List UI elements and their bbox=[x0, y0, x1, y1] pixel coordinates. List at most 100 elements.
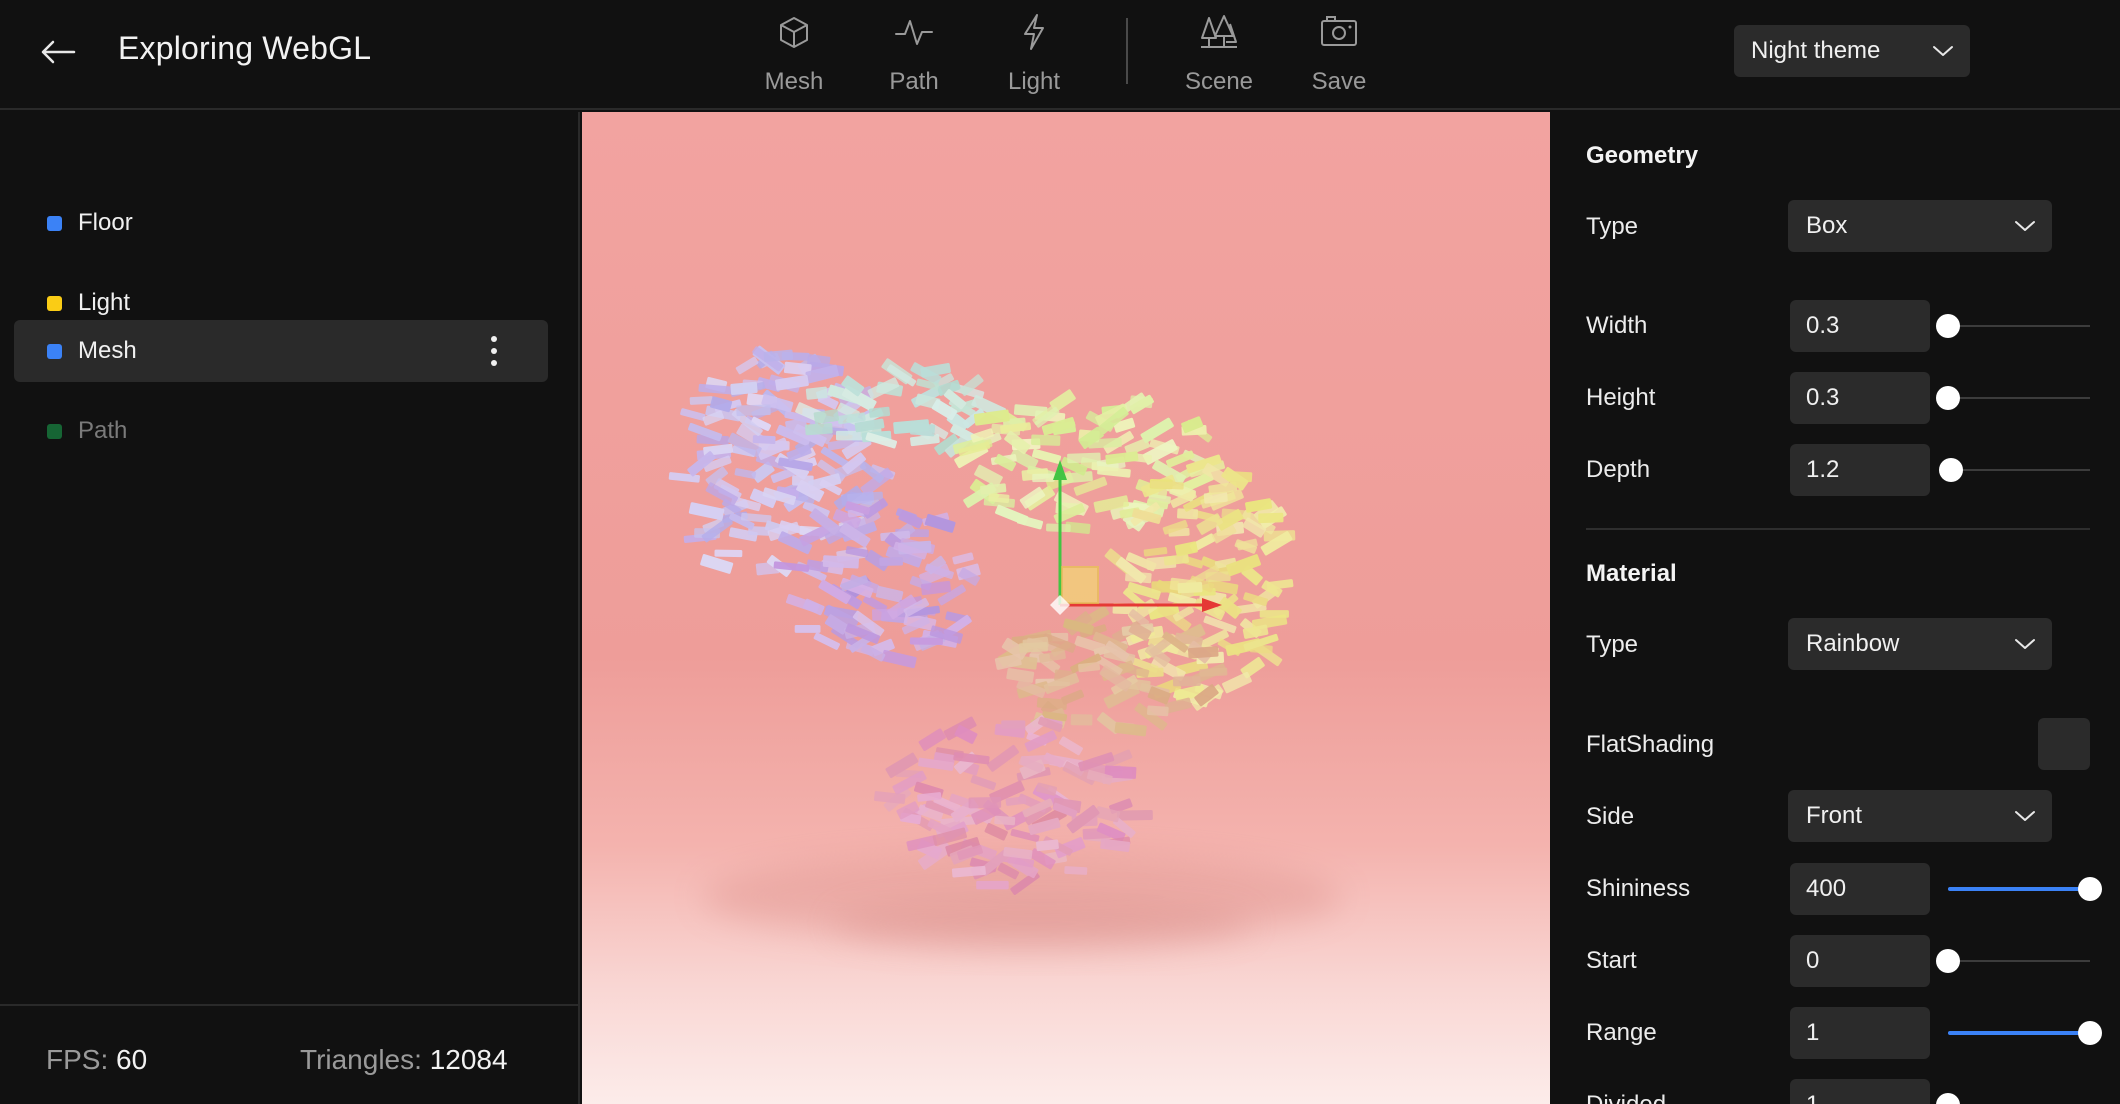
divided-label: Divided bbox=[1586, 1091, 1666, 1104]
divided-input[interactable] bbox=[1790, 1079, 1930, 1104]
camera-icon bbox=[1321, 16, 1357, 46]
mesh-particle bbox=[976, 880, 1009, 890]
mesh-particle bbox=[698, 383, 734, 395]
chevron-down-icon bbox=[2015, 221, 2035, 231]
slider-thumb[interactable] bbox=[1936, 1093, 1960, 1104]
slider-thumb[interactable] bbox=[2078, 877, 2102, 901]
mesh-particle bbox=[752, 435, 776, 445]
start-slider[interactable] bbox=[1936, 946, 2090, 976]
mesh-particle bbox=[1046, 523, 1071, 533]
mesh-particle bbox=[970, 775, 997, 791]
mesh-particle bbox=[1058, 736, 1083, 756]
flat-shading-label: FlatShading bbox=[1586, 731, 1715, 758]
bolt-icon bbox=[1024, 14, 1044, 50]
mesh-particle bbox=[994, 653, 1022, 670]
slider-fill bbox=[1948, 887, 2090, 891]
tool-path-button[interactable]: Path bbox=[864, 12, 964, 98]
mesh-particle bbox=[1174, 541, 1198, 557]
geometry-type-label: Type bbox=[1586, 213, 1639, 240]
top-bar: Exploring WebGL Mesh Path Light Scene Sa… bbox=[0, 0, 2120, 110]
mesh-particle bbox=[1064, 866, 1088, 875]
divided-slider[interactable] bbox=[1936, 1090, 2090, 1104]
slider-track bbox=[1948, 960, 2090, 962]
mesh-particle bbox=[822, 555, 860, 569]
mesh-particle bbox=[805, 422, 833, 436]
trees-icon bbox=[1201, 15, 1237, 48]
render-stats: FPS: 60 Triangles: 12084 bbox=[0, 1004, 578, 1104]
more-vertical-icon[interactable] bbox=[490, 336, 498, 366]
fps-label: FPS: bbox=[46, 1044, 109, 1075]
mesh-particle bbox=[802, 598, 825, 616]
tool-light-button[interactable]: Light bbox=[984, 12, 1084, 98]
layer-item-label: Light bbox=[78, 289, 131, 316]
mesh-particle bbox=[680, 408, 706, 421]
layer-item-mesh[interactable]: Mesh bbox=[14, 320, 548, 382]
mesh-particle bbox=[968, 796, 1002, 809]
arrow-left-icon bbox=[41, 40, 76, 64]
slider-thumb[interactable] bbox=[1936, 949, 1960, 973]
back-button[interactable] bbox=[38, 34, 78, 70]
mesh-particle bbox=[1199, 667, 1228, 677]
tool-label: Mesh bbox=[764, 68, 824, 95]
start-input[interactable] bbox=[1790, 935, 1930, 987]
slider-thumb[interactable] bbox=[1938, 458, 1963, 482]
layer-color-swatch bbox=[47, 424, 62, 439]
layer-item-label: Floor bbox=[78, 209, 133, 236]
fps-stat: FPS: 60 bbox=[46, 1044, 147, 1076]
width-slider[interactable] bbox=[1936, 311, 2090, 341]
geometry-type-select[interactable]: Box bbox=[1788, 200, 2052, 252]
webgl-canvas[interactable] bbox=[582, 112, 1550, 1104]
shininess-input[interactable] bbox=[1790, 863, 1930, 915]
layer-item-floor[interactable]: Floor bbox=[14, 192, 548, 254]
height-input[interactable] bbox=[1790, 372, 1930, 424]
start-label: Start bbox=[1586, 947, 1637, 974]
triangles-label: Triangles: bbox=[300, 1044, 422, 1075]
depth-slider[interactable] bbox=[1938, 455, 2090, 485]
tool-save-button[interactable]: Save bbox=[1289, 12, 1389, 98]
side-select[interactable]: Front bbox=[1788, 790, 2052, 842]
layer-color-swatch bbox=[47, 296, 62, 311]
chevron-down-icon bbox=[2015, 639, 2035, 649]
slider-thumb[interactable] bbox=[1936, 386, 1960, 410]
material-type-select[interactable]: Rainbow bbox=[1788, 618, 2052, 670]
width-input[interactable] bbox=[1790, 300, 1930, 352]
mesh-particle bbox=[1146, 705, 1169, 717]
height-slider[interactable] bbox=[1936, 383, 2090, 413]
mesh-particle bbox=[1032, 473, 1055, 483]
mesh-particle bbox=[1143, 546, 1168, 557]
mesh-particle bbox=[714, 549, 743, 558]
theme-select[interactable]: Night theme bbox=[1734, 25, 1970, 77]
gizmo-xy-plane[interactable] bbox=[1061, 566, 1099, 604]
depth-input[interactable] bbox=[1790, 444, 1930, 496]
material-type-value: Rainbow bbox=[1806, 630, 1900, 657]
tool-scene-button[interactable]: Scene bbox=[1169, 12, 1269, 98]
mesh-particle bbox=[1043, 752, 1064, 768]
mesh-particle bbox=[1005, 796, 1027, 806]
mesh-particle bbox=[1067, 452, 1101, 464]
section-divider bbox=[1586, 528, 2090, 530]
triangles-value: 12084 bbox=[429, 1044, 508, 1075]
tool-label: Save bbox=[1311, 68, 1367, 95]
mesh-particle bbox=[1140, 417, 1174, 444]
mesh-particle bbox=[986, 744, 1020, 772]
flat-shading-checkbox[interactable] bbox=[2038, 718, 2090, 770]
layer-item-label: Mesh bbox=[78, 337, 137, 364]
range-input[interactable] bbox=[1790, 1007, 1930, 1059]
geometry-type-value: Box bbox=[1806, 212, 1848, 239]
mesh-particle bbox=[688, 502, 725, 521]
mesh-particle bbox=[689, 396, 714, 405]
shininess-slider[interactable] bbox=[1948, 874, 2102, 904]
shininess-label: Shininess bbox=[1586, 875, 1691, 902]
chevron-down-icon bbox=[1933, 46, 1953, 56]
slider-thumb[interactable] bbox=[2078, 1021, 2102, 1045]
mesh-particle bbox=[805, 386, 828, 400]
page-title: Exploring WebGL bbox=[118, 30, 372, 66]
tool-mesh-button[interactable]: Mesh bbox=[744, 12, 844, 98]
mesh-particle bbox=[1172, 676, 1201, 687]
mesh-particle bbox=[1018, 642, 1048, 653]
mesh-particle bbox=[875, 585, 904, 603]
range-slider[interactable] bbox=[1948, 1018, 2102, 1048]
mesh-particle bbox=[1258, 512, 1284, 524]
slider-thumb[interactable] bbox=[1936, 314, 1960, 338]
layer-item-path[interactable]: Path bbox=[14, 400, 548, 462]
